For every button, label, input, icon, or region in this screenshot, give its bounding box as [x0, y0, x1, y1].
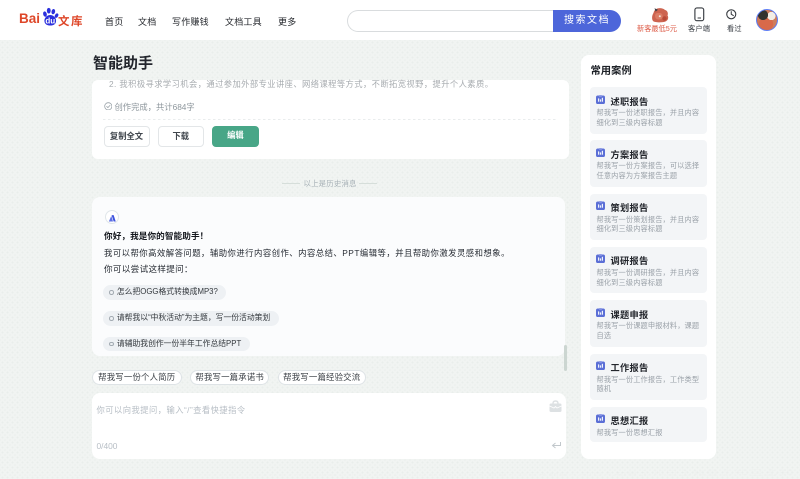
- svg-text:du: du: [45, 16, 55, 25]
